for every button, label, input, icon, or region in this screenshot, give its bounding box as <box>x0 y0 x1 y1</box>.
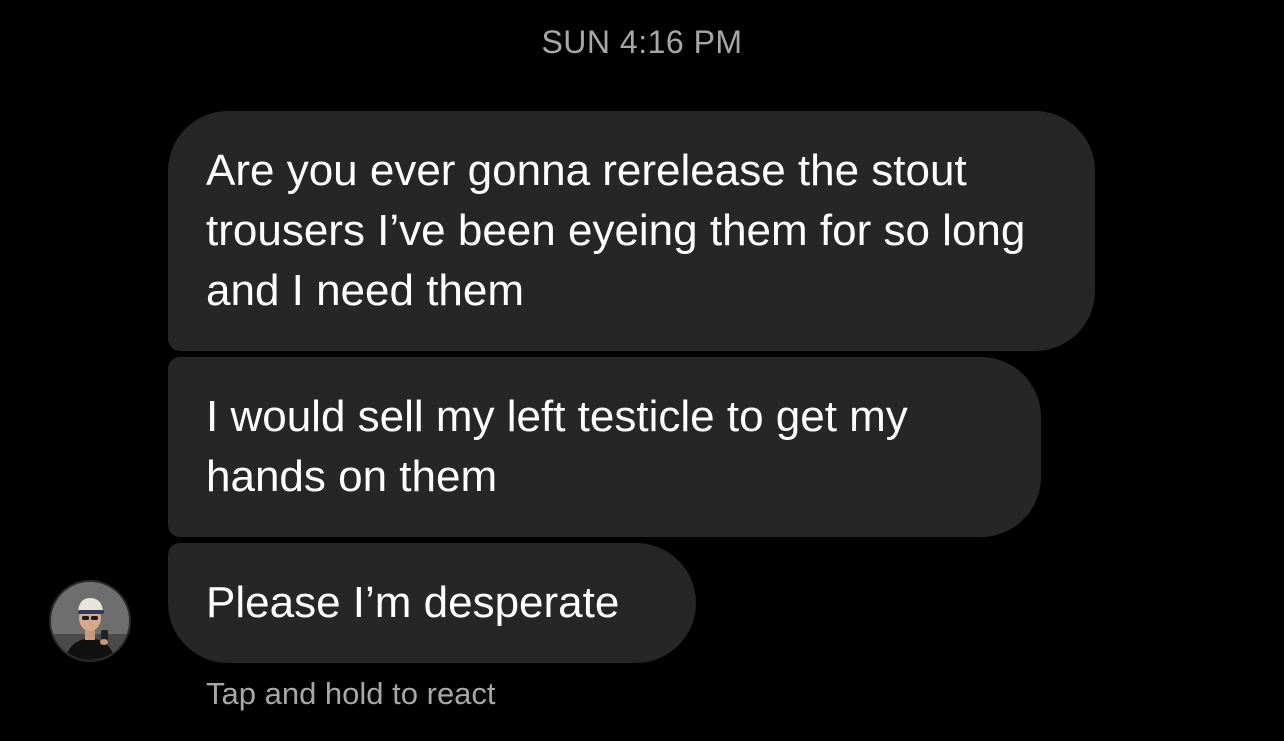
sender-avatar[interactable] <box>49 580 131 662</box>
message-text: I would sell my left testicle to get my … <box>206 392 908 501</box>
message-bubble[interactable]: I would sell my left testicle to get my … <box>168 357 1041 537</box>
react-hint: Tap and hold to react <box>206 676 496 711</box>
user-avatar-photo-icon <box>51 582 129 660</box>
message-text: Please I’m desperate <box>206 578 620 627</box>
message-bubble[interactable]: Are you ever gonna rerelease the stout t… <box>168 111 1095 351</box>
message-timestamp: SUN 4:16 PM <box>541 24 743 60</box>
message-text: Are you ever gonna rerelease the stout t… <box>206 146 1026 315</box>
message-bubble[interactable]: Please I’m desperate <box>168 543 696 663</box>
